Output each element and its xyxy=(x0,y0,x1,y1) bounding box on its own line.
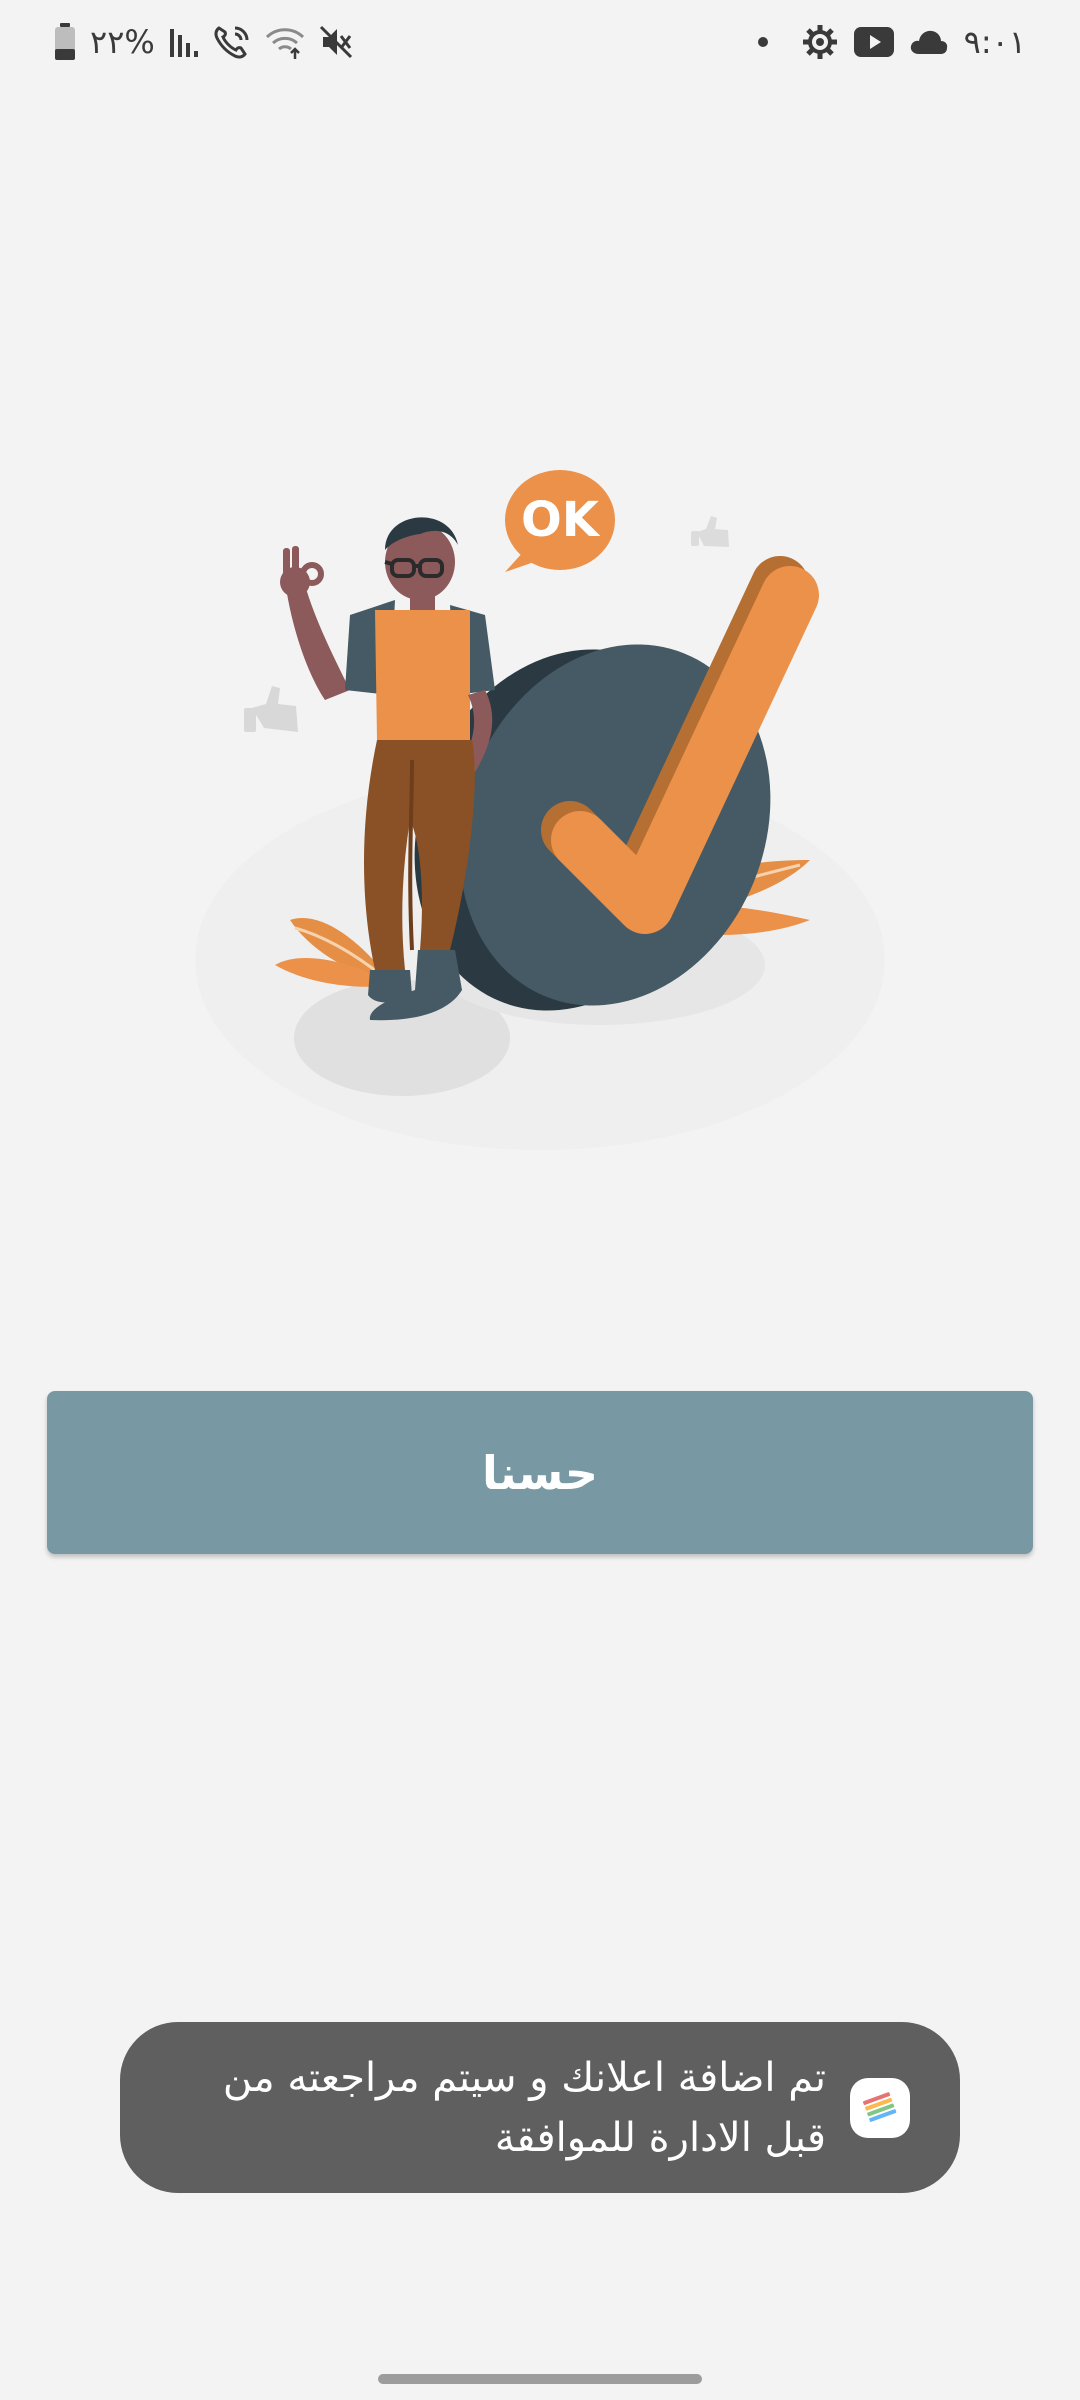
status-bar-left: ٢٢% xyxy=(54,18,353,66)
confirm-button[interactable]: حسنا xyxy=(47,1391,1033,1554)
battery-percent: ٢٢% xyxy=(90,23,155,61)
toast-line-1: تم اضافة اعلانك و سيتم مراجعته من xyxy=(222,2054,826,2101)
status-bar-right: ٩:٠١ xyxy=(757,18,1026,66)
confirm-button-label: حسنا xyxy=(481,1445,598,1500)
app-icon xyxy=(850,2077,910,2138)
toast-line-2: قبل الادارة للموافقة xyxy=(494,2114,826,2161)
signal-icon xyxy=(169,25,199,59)
ok-text: OK xyxy=(521,492,601,548)
notification-dot xyxy=(757,37,768,47)
toast-message: تم اضافة اعلانك و سيتم مراجعته من قبل ال… xyxy=(120,2022,960,2193)
youtube-icon xyxy=(853,27,894,57)
cloud-icon xyxy=(910,29,948,55)
status-time: ٩:٠١ xyxy=(963,23,1026,61)
status-bar: ٢٢% ٩:٠١ xyxy=(0,0,1080,84)
wifi-calling-icon xyxy=(213,24,251,60)
mute-icon xyxy=(319,25,353,59)
toast-text: تم اضافة اعلانك و سيتم مراجعته من قبل ال… xyxy=(180,2048,826,2168)
wifi-icon xyxy=(265,25,305,59)
gesture-nav-bar[interactable] xyxy=(378,2374,702,2384)
settings-icon xyxy=(802,24,838,60)
thumbs-up-icon xyxy=(244,686,298,732)
screen: ٢٢% ٩:٠١ OK حسنا تم اضافة اعلانك و سيتم … xyxy=(0,0,1080,2400)
battery-icon xyxy=(54,23,76,61)
ok-speech-bubble: OK xyxy=(505,470,615,572)
success-illustration: OK xyxy=(180,450,900,1170)
thumbs-up-icon xyxy=(691,516,729,547)
